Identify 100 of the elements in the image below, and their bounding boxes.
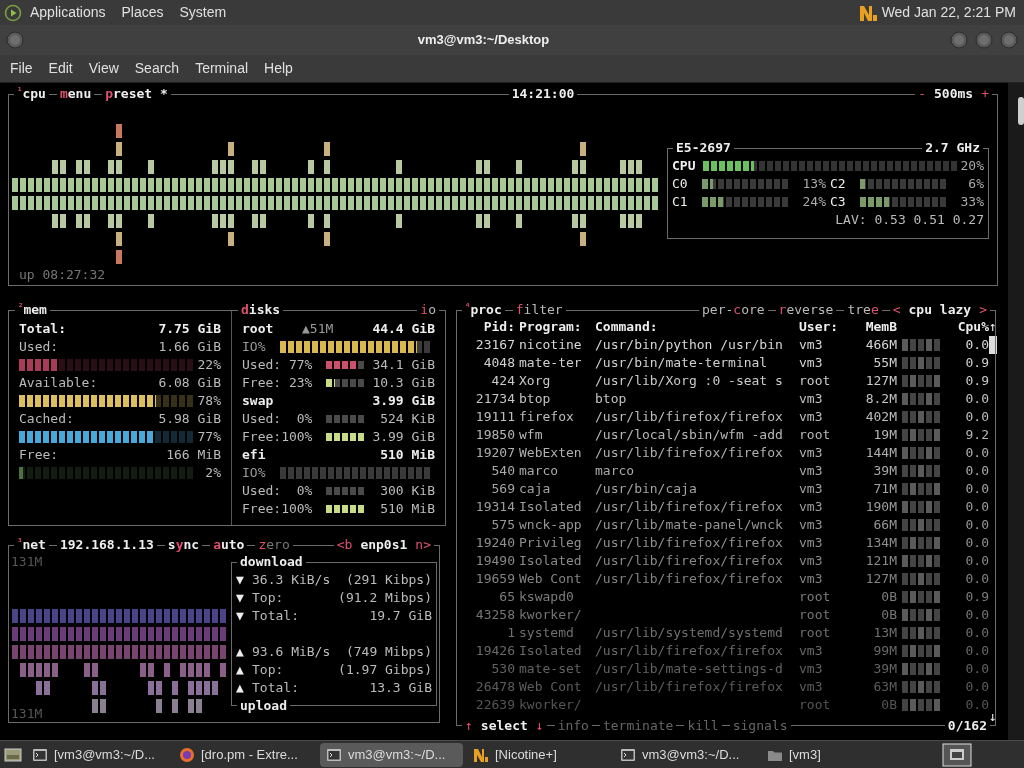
table-cell-text: vm3 xyxy=(799,390,824,408)
table-cell-text: 26478 xyxy=(474,678,515,696)
table-cell-text: 0.0 xyxy=(964,552,989,570)
menu-item[interactable]: Terminal xyxy=(187,58,257,79)
table-cell-text: vm3 xyxy=(799,642,824,660)
table-cell-text: 0B xyxy=(880,588,897,606)
panel-title: $^{⁴}$ proc xyxy=(462,301,505,319)
previous-button[interactable]: <b xyxy=(336,536,353,554)
table-cell-text: 569 xyxy=(490,480,515,498)
next-button[interactable]: n> xyxy=(415,536,431,554)
taskbar-button[interactable]: [vm3] xyxy=(761,742,904,767)
window-menu-button[interactable] xyxy=(6,31,24,49)
panel-menu[interactable]: Places xyxy=(113,2,172,23)
table-cell-text: btop xyxy=(595,390,628,408)
taskbar-button[interactable]: vm3@vm3:~/D... xyxy=(614,742,757,767)
traffic-value: 19.7 GiB xyxy=(368,607,432,625)
table-cell-text: marco xyxy=(595,462,636,480)
stat-label: Used: xyxy=(19,338,59,356)
decrease-button[interactable]: - xyxy=(918,85,926,103)
table-cell-text: 402M xyxy=(864,408,897,426)
previous-button[interactable]: < xyxy=(892,301,901,319)
table-cell-text: mate-ter xyxy=(519,354,583,372)
traffic-label: Top: xyxy=(252,589,285,607)
disk-size: 44.4 GiB xyxy=(371,320,435,338)
taskbar-button[interactable]: [vm3@vm3:~/D... xyxy=(26,742,169,767)
panel-clock[interactable]: Wed Jan 22, 2:21 PM xyxy=(877,2,1020,23)
globe-icon xyxy=(179,746,195,763)
taskbar-button[interactable]: [Nicotine+] xyxy=(467,742,610,767)
stat-label: Cached: xyxy=(19,410,74,428)
minimize-button[interactable] xyxy=(950,31,968,49)
close-button[interactable] xyxy=(1000,31,1018,49)
scale-label: 131M xyxy=(11,705,43,723)
table-cell-text: /usr/lib/firefox/firefox xyxy=(595,552,784,570)
menu-item[interactable]: Search xyxy=(126,58,188,79)
column-header[interactable]: Program: xyxy=(519,318,591,336)
play-circle-icon[interactable] xyxy=(4,3,22,22)
taskbar-button[interactable]: vm3@vm3:~/D... xyxy=(320,742,463,767)
table-cell-text: /usr/lib/firefox/firefox xyxy=(595,408,784,426)
panel-menu[interactable]: System xyxy=(171,2,235,23)
workspace-switcher[interactable] xyxy=(942,742,972,767)
direction-arrow: ▼ xyxy=(236,589,245,607)
window-title: vm3@vm3:~/Desktop xyxy=(416,31,551,50)
column-header[interactable]: MemB xyxy=(859,318,897,336)
select-button[interactable]: select xyxy=(480,717,528,735)
panel-menu[interactable]: Applications xyxy=(22,2,114,23)
traffic-value: (91.2 Mibps) xyxy=(337,589,432,607)
down-key-hint: ↓ xyxy=(535,717,544,735)
next-button[interactable]: > xyxy=(979,301,987,319)
table-cell-text: 0.0 xyxy=(964,570,989,588)
cpu-history-graph xyxy=(901,428,941,442)
cpu-history-graph xyxy=(901,500,941,514)
disk-name: root xyxy=(242,320,275,338)
stat-value: 166 MiB xyxy=(166,446,221,464)
menu-item[interactable]: File xyxy=(2,58,41,79)
cpu-history-graph xyxy=(901,446,941,460)
menu-item[interactable]: View xyxy=(80,58,127,79)
traffic-value: (1.97 Gibps) xyxy=(337,661,432,679)
core-label: C1 xyxy=(672,193,689,211)
maximize-button[interactable] xyxy=(975,31,993,49)
table-cell-text: 19111 xyxy=(474,408,515,426)
table-cell-text: vm3 xyxy=(799,444,824,462)
table-cell-text: 0B xyxy=(880,696,897,714)
cpu-history-graph xyxy=(901,554,941,568)
scrollbar-thumb[interactable] xyxy=(989,336,997,354)
menu-item[interactable]: Edit xyxy=(40,58,81,79)
menu-item[interactable]: Help xyxy=(256,58,301,79)
column-header[interactable]: Command: xyxy=(595,318,795,336)
meter-label: IO% xyxy=(242,338,267,356)
traffic-label: Top: xyxy=(252,661,285,679)
usage-value: 510 MiB xyxy=(379,500,435,518)
taskbar-button[interactable]: [dro.pm - Extre... xyxy=(173,742,316,767)
stat-value: 1.66 GiB xyxy=(158,338,221,356)
scroll-up-arrow[interactable]: ↑ xyxy=(989,318,997,336)
table-cell-text: root xyxy=(799,588,832,606)
disk-name: swap xyxy=(242,392,275,410)
table-cell-text: 23167 xyxy=(474,336,515,354)
table-cell-text: 0.0 xyxy=(964,606,989,624)
stat-label: Available: xyxy=(19,374,98,392)
action-button[interactable]: signals xyxy=(729,717,791,735)
cpu-history-graph xyxy=(901,374,941,388)
column-header[interactable]: User: xyxy=(799,318,855,336)
stat-label: Total: xyxy=(19,320,66,338)
traffic-label: Total: xyxy=(252,679,300,697)
cpu-history-graph xyxy=(901,626,941,640)
column-header[interactable]: Pid: xyxy=(459,318,515,336)
show-desktop-icon[interactable] xyxy=(4,745,22,764)
usage-value: 34.1 GiB xyxy=(371,356,435,374)
table-cell-text: root xyxy=(799,696,832,714)
scrollbar-thumb[interactable] xyxy=(1018,97,1024,125)
column-header[interactable]: Cpu% xyxy=(955,318,989,336)
meter-reading: 77% xyxy=(197,428,221,446)
increase-button[interactable]: + xyxy=(981,85,989,103)
table-cell-text: 43258 xyxy=(474,606,515,624)
interval-value: 500ms xyxy=(934,85,974,103)
table-cell-text: vm3 xyxy=(799,534,824,552)
core-label: C3 xyxy=(830,193,847,211)
table-cell-text: 19426 xyxy=(474,642,515,660)
cpu-history-graph xyxy=(901,536,941,550)
usage-label: Used: 77% xyxy=(242,356,314,374)
table-cell-text: 0.0 xyxy=(964,498,989,516)
